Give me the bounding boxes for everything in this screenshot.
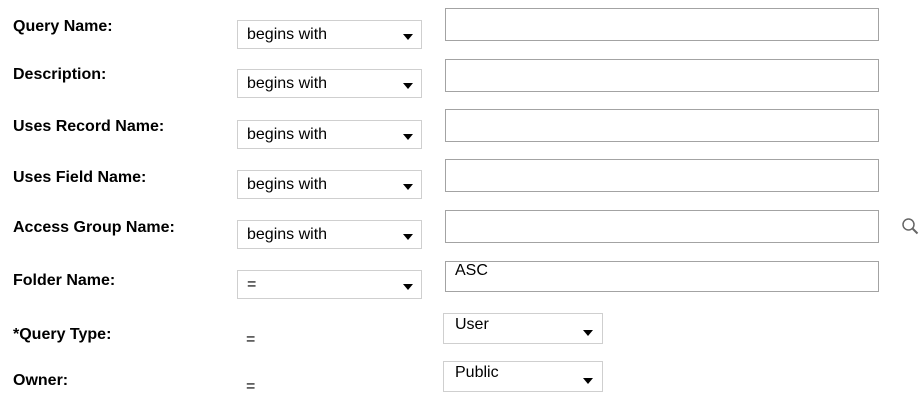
access-group-name-operator-select[interactable]: begins with [237,220,422,249]
chevron-down-icon [403,134,413,140]
uses-field-name-operator-select[interactable]: begins with [237,170,422,199]
owner-operator: = [246,378,256,395]
description-label: Description: [13,66,107,83]
access-group-name-input[interactable] [445,210,879,243]
folder-name-input[interactable]: ASC [445,261,879,292]
query-type-select[interactable]: User [443,313,603,344]
description-operator-select[interactable]: begins with [237,69,422,98]
uses-field-name-input[interactable] [445,159,879,192]
uses-record-name-operator-value: begins with [247,125,328,143]
description-input[interactable] [445,59,879,92]
chevron-down-icon [403,184,413,190]
owner-select[interactable]: Public [443,361,603,392]
access-group-name-label: Access Group Name: [13,219,175,236]
folder-name-operator-select[interactable]: = [237,270,422,299]
chevron-down-icon [403,234,413,240]
uses-record-name-operator-select[interactable]: begins with [237,120,422,149]
chevron-down-icon [403,284,413,290]
uses-field-name-operator-value: begins with [247,175,328,193]
query-type-operator: = [246,331,256,348]
query-name-label: Query Name: [13,18,113,35]
query-type-label: *Query Type: [13,326,112,343]
query-name-input[interactable] [445,8,879,41]
chevron-down-icon [403,83,413,89]
folder-name-label: Folder Name: [13,272,116,289]
chevron-down-icon [583,330,593,336]
query-type-value: User [455,316,489,333]
access-group-name-operator-value: begins with [247,225,328,243]
magnifying-glass-icon[interactable] [901,217,920,236]
uses-field-name-label: Uses Field Name: [13,169,147,186]
owner-value: Public [455,364,499,381]
owner-label: Owner: [13,372,69,389]
chevron-down-icon [583,378,593,384]
description-operator-value: begins with [247,74,328,92]
chevron-down-icon [403,34,413,40]
uses-record-name-input[interactable] [445,109,879,142]
uses-record-name-label: Uses Record Name: [13,118,165,135]
query-name-operator-value: begins with [247,25,328,43]
folder-name-operator-value: = [247,275,257,293]
query-name-operator-select[interactable]: begins with [237,20,422,49]
